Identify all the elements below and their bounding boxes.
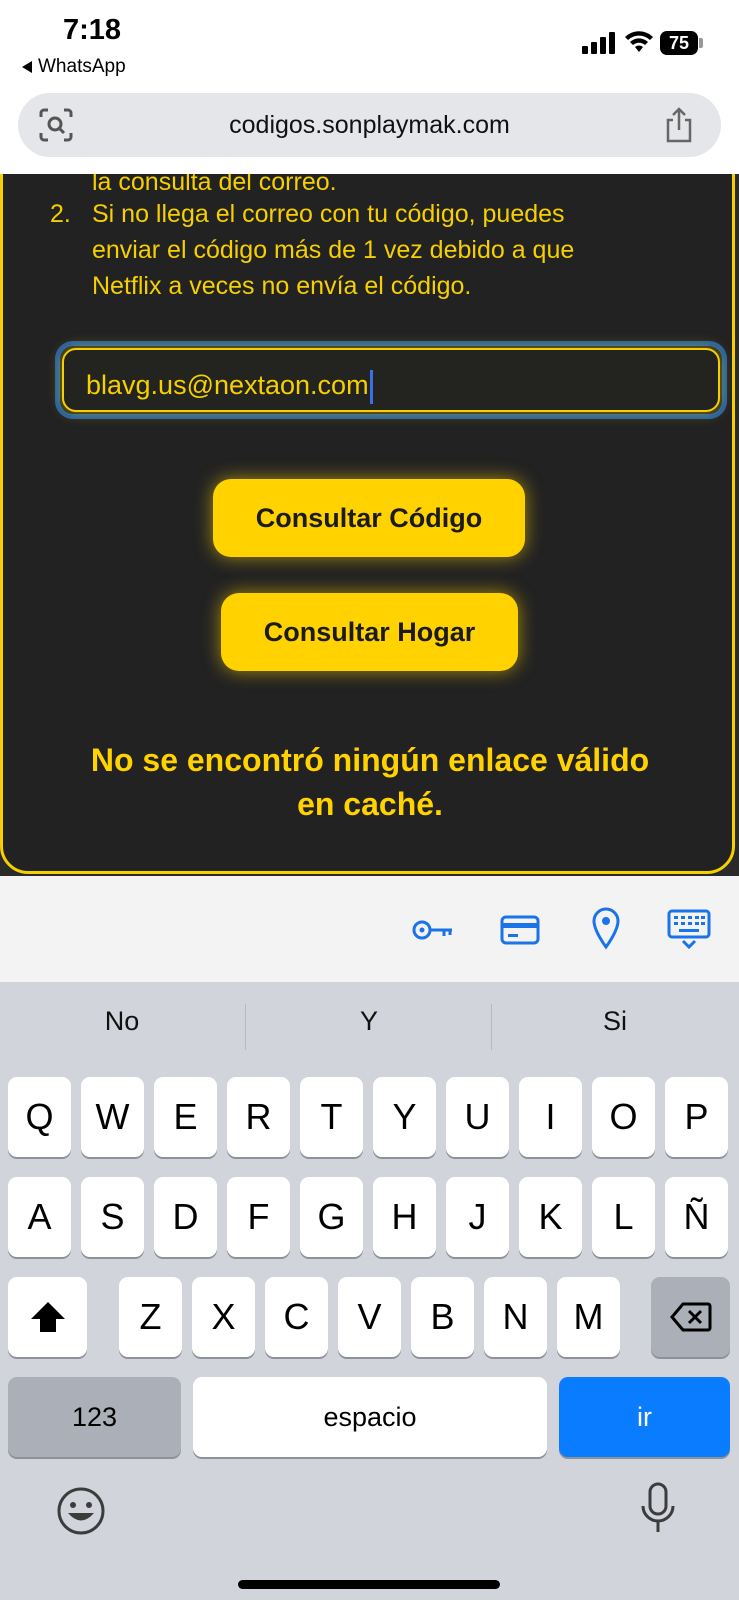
- result-message-line: No se encontró ningún enlace válido: [90, 742, 650, 778]
- key-r[interactable]: R: [227, 1077, 290, 1157]
- address-bar[interactable]: codigos.sonplaymak.com: [18, 93, 721, 157]
- back-to-app-link[interactable]: WhatsApp: [22, 56, 126, 78]
- consult-home-button[interactable]: Consultar Hogar: [221, 593, 518, 671]
- key-p[interactable]: P: [665, 1077, 728, 1157]
- space-key[interactable]: espacio: [193, 1377, 547, 1457]
- result-message: No se encontró ningún enlace válido en c…: [40, 738, 700, 826]
- key-j[interactable]: J: [446, 1177, 509, 1257]
- suggestion-3[interactable]: Si: [493, 1006, 737, 1037]
- key-v[interactable]: V: [338, 1277, 401, 1357]
- key-l[interactable]: L: [592, 1177, 655, 1257]
- list-item-2: 2. Si no llega el correo con tu código, …: [50, 196, 575, 304]
- shift-key[interactable]: [8, 1277, 87, 1357]
- key-x[interactable]: X: [192, 1277, 255, 1357]
- email-field[interactable]: blavg.us@nextaon.com: [55, 341, 727, 419]
- key-o[interactable]: O: [592, 1077, 655, 1157]
- key-u[interactable]: U: [446, 1077, 509, 1157]
- status-bar: 7:18 WhatsApp 75: [0, 0, 739, 88]
- clock: 7:18: [63, 14, 122, 46]
- key-b[interactable]: B: [411, 1277, 474, 1357]
- location-icon[interactable]: [591, 906, 621, 950]
- card-icon[interactable]: [500, 910, 540, 950]
- key-n[interactable]: N: [484, 1277, 547, 1357]
- email-field-value: blavg.us@nextaon.com: [86, 370, 373, 404]
- key-e[interactable]: E: [154, 1077, 217, 1157]
- suggestion-1[interactable]: No: [0, 1006, 244, 1037]
- suggestion-2[interactable]: Y: [247, 1006, 491, 1037]
- backspace-icon: [669, 1302, 711, 1332]
- emoji-icon[interactable]: [56, 1486, 106, 1536]
- key-c[interactable]: C: [265, 1277, 328, 1357]
- consult-code-button[interactable]: Consultar Código: [213, 479, 525, 557]
- key-w[interactable]: W: [81, 1077, 144, 1157]
- home-indicator: [238, 1580, 500, 1589]
- suggestion-divider: [491, 1004, 492, 1050]
- delete-key[interactable]: [651, 1277, 730, 1357]
- key-z[interactable]: Z: [119, 1277, 182, 1357]
- back-triangle-icon: [22, 61, 32, 73]
- list-line: Si no llega el correo con tu código, pue…: [92, 200, 565, 228]
- wifi-icon: [625, 31, 653, 52]
- battery-icon: 75: [660, 31, 698, 55]
- autofill-bar: [0, 876, 739, 982]
- key-d[interactable]: D: [154, 1177, 217, 1257]
- microphone-icon[interactable]: [638, 1482, 678, 1538]
- text-caret: [369, 370, 373, 404]
- share-icon[interactable]: [663, 106, 695, 144]
- key-s[interactable]: S: [81, 1177, 144, 1257]
- key-i[interactable]: I: [519, 1077, 582, 1157]
- key-h[interactable]: H: [373, 1177, 436, 1257]
- key-n-tilde[interactable]: Ñ: [665, 1177, 728, 1257]
- keyboard-icon[interactable]: [667, 908, 711, 950]
- cellular-signal-icon: [582, 32, 616, 54]
- key-k[interactable]: K: [519, 1177, 582, 1257]
- list-line: Netflix a veces no envía el código.: [92, 272, 472, 300]
- key-t[interactable]: T: [300, 1077, 363, 1157]
- go-key[interactable]: ir: [559, 1377, 730, 1457]
- key-g[interactable]: G: [300, 1177, 363, 1257]
- email-field-inner[interactable]: blavg.us@nextaon.com: [62, 348, 720, 412]
- result-message-line: en caché.: [297, 786, 443, 822]
- battery-cap: [699, 38, 703, 48]
- keyboard: No Y Si Q W E R T Y U I O P A S D F G H …: [0, 982, 739, 1600]
- numbers-key[interactable]: 123: [8, 1377, 181, 1457]
- suggestion-divider: [245, 1004, 246, 1050]
- url-text: codigos.sonplaymak.com: [229, 111, 510, 139]
- browser-toolbar: codigos.sonplaymak.com: [0, 88, 739, 174]
- list-number: 2.: [50, 200, 71, 228]
- shift-arrow-icon: [30, 1302, 65, 1332]
- key-f[interactable]: F: [227, 1177, 290, 1257]
- key-q[interactable]: Q: [8, 1077, 71, 1157]
- key-icon[interactable]: [411, 910, 455, 950]
- list-line: enviar el código más de 1 vez debido a q…: [92, 236, 575, 264]
- back-app-label: WhatsApp: [38, 56, 126, 77]
- key-a[interactable]: A: [8, 1177, 71, 1257]
- key-m[interactable]: M: [557, 1277, 620, 1357]
- key-y[interactable]: Y: [373, 1077, 436, 1157]
